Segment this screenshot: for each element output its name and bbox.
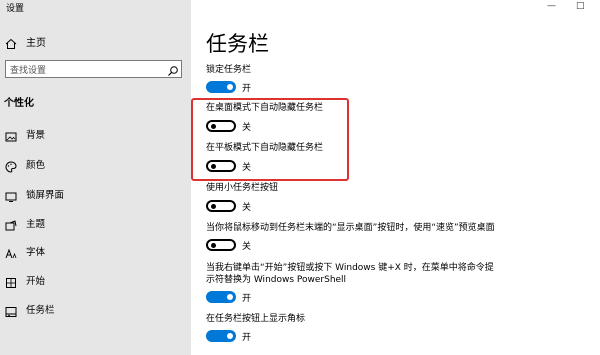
sidebar-item-label: 背景 xyxy=(26,130,46,141)
palette-icon xyxy=(5,158,17,173)
search-input[interactable]: 查找设置 xyxy=(5,60,182,78)
toggle-state: 关 xyxy=(242,203,252,213)
home-icon xyxy=(5,35,17,49)
sidebar-item-fonts[interactable]: 字体 xyxy=(5,242,45,260)
theme-icon xyxy=(5,217,17,231)
lock-taskbar-toggle[interactable] xyxy=(206,81,236,93)
sidebar-item-label: 开始 xyxy=(26,276,46,287)
setting-badges-label: 在任务栏按钮上显示角标 xyxy=(206,314,306,324)
setting-powershell-label-line1: 当我右键单击“开始”按钮或按下 Windows 键+X 时，在菜单中将命令提 xyxy=(206,263,494,273)
sidebar-home-label: 主页 xyxy=(26,37,46,49)
sidebar-item-label: 锁屏界面 xyxy=(26,190,65,201)
sidebar-item-background[interactable]: 背景 xyxy=(5,125,45,143)
minimize-button[interactable]: — xyxy=(547,1,556,11)
setting-powershell-label-line2: 示符替换为 Windows PowerShell xyxy=(206,275,347,285)
toggle-state: 开 xyxy=(242,333,252,343)
sidebar-item-label: 字体 xyxy=(26,247,46,258)
start-icon xyxy=(5,274,17,288)
toggle-state: 开 xyxy=(242,84,252,94)
sidebar-item-label: 颜色 xyxy=(26,160,46,171)
image-icon xyxy=(5,128,17,142)
setting-small-buttons-label: 使用小任务栏按钮 xyxy=(206,183,279,193)
toggle-state: 关 xyxy=(242,242,252,252)
sidebar-item-label: 主题 xyxy=(26,219,46,230)
powershell-toggle[interactable] xyxy=(206,291,236,303)
badges-toggle[interactable] xyxy=(206,330,236,342)
sidebar-home[interactable]: 主页 xyxy=(5,33,46,49)
font-icon xyxy=(5,245,17,259)
search-placeholder: 查找设置 xyxy=(10,66,47,76)
setting-peek-label: 当你将鼠标移动到任务栏末端的“显示桌面”按钮时，使用“速览”预览桌面 xyxy=(206,223,495,233)
window-title: 设置 xyxy=(6,4,25,14)
sidebar-item-start[interactable]: 开始 xyxy=(5,271,45,289)
sidebar-item-taskbar[interactable]: 任务栏 xyxy=(5,300,55,318)
setting-lock-taskbar-label: 锁定任务栏 xyxy=(206,65,252,75)
sidebar: 设置 主页 查找设置 个性化 背景 颜色 锁屏界面 主题 字体 开始 任务栏 xyxy=(0,0,191,355)
toggle-state: 开 xyxy=(242,294,252,304)
sidebar-item-lockscreen[interactable]: 锁屏界面 xyxy=(5,185,64,203)
taskbar-icon xyxy=(5,303,17,317)
small-buttons-toggle[interactable] xyxy=(206,200,236,212)
section-heading: 个性化 xyxy=(4,98,34,109)
sidebar-item-label: 任务栏 xyxy=(26,305,55,316)
sidebar-item-colors[interactable]: 颜色 xyxy=(5,155,45,173)
lock-screen-icon xyxy=(5,188,17,202)
highlight-box xyxy=(191,98,349,181)
search-icon[interactable] xyxy=(167,62,179,81)
page-title: 任务栏 xyxy=(206,32,269,56)
peek-toggle[interactable] xyxy=(206,239,236,251)
maximize-button[interactable]: □ xyxy=(576,1,585,11)
sidebar-item-themes[interactable]: 主题 xyxy=(5,214,45,232)
